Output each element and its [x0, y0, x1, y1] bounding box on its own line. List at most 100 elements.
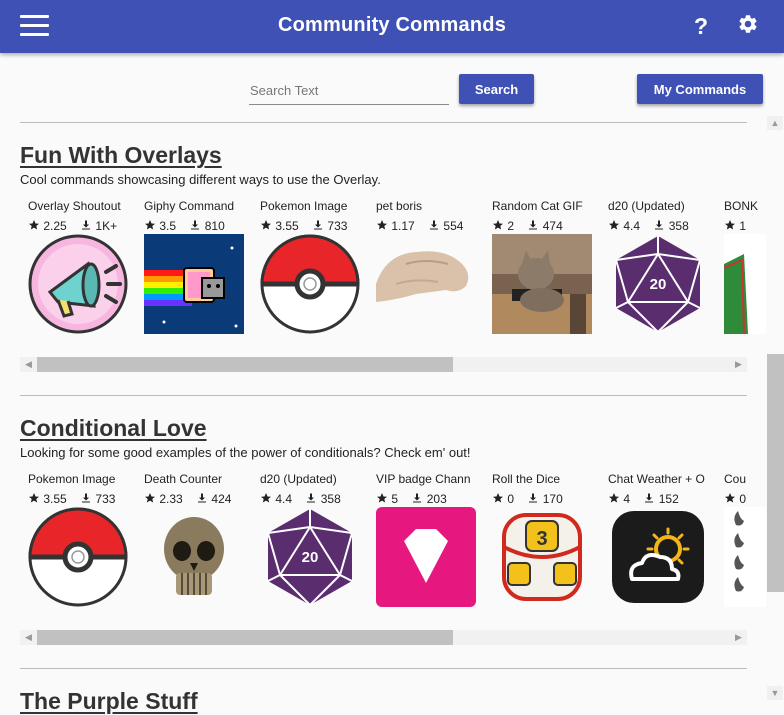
- card-downloads: 152: [658, 492, 679, 506]
- gear-icon[interactable]: [737, 13, 759, 35]
- card-rating: 4: [623, 492, 631, 506]
- app-bar: Community Commands ?: [0, 0, 784, 53]
- card-rating: 2.25: [43, 219, 67, 233]
- card-title: Overlay Shoutout: [28, 199, 121, 213]
- command-card[interactable]: Giphy Command 3.5 810: [136, 199, 246, 341]
- help-icon[interactable]: ?: [694, 13, 708, 40]
- card-rating: 0: [739, 492, 747, 506]
- my-commands-button[interactable]: My Commands: [637, 74, 763, 104]
- card-downloads: 358: [320, 492, 341, 506]
- search-input[interactable]: [249, 78, 451, 102]
- star-icon: [261, 220, 271, 230]
- weather-icon: [612, 511, 704, 603]
- card-title: BONK: [724, 199, 759, 213]
- card-downloads: 424: [211, 492, 232, 506]
- section-description: Cool commands showcasing different ways …: [20, 172, 381, 187]
- card-rating: 0: [507, 492, 515, 506]
- svg-text:20: 20: [650, 276, 667, 293]
- card-downloads: 733: [327, 219, 348, 233]
- scroll-right-icon[interactable]: ▶: [730, 630, 747, 645]
- scroll-left-icon[interactable]: ◀: [20, 630, 37, 645]
- command-card[interactable]: BONK 1: [716, 199, 766, 341]
- download-icon: [529, 220, 538, 230]
- download-icon: [82, 220, 91, 230]
- card-downloads: 474: [542, 219, 563, 233]
- card-title: Giphy Command: [144, 199, 235, 213]
- star-icon: [261, 493, 271, 503]
- d20-icon: 20: [615, 236, 701, 333]
- card-downloads: 733: [95, 492, 116, 506]
- command-card[interactable]: VIP badge Chann 5 203: [368, 472, 478, 614]
- card-rating: 3.55: [43, 492, 67, 506]
- card-title: Pokemon Image: [28, 472, 116, 486]
- star-icon: [377, 220, 387, 230]
- cat-photo-image: [492, 234, 592, 334]
- card-rating: 4.4: [623, 219, 641, 233]
- vertical-scrollbar[interactable]: ▲ ▼: [766, 116, 784, 706]
- card-downloads: 170: [542, 492, 563, 506]
- scrollbar-thumb[interactable]: [767, 354, 784, 592]
- card-downloads: 810: [204, 219, 225, 233]
- star-icon: [493, 220, 503, 230]
- star-icon: [725, 220, 735, 230]
- card-title: pet boris: [376, 199, 423, 213]
- card-rating: 5: [391, 492, 399, 506]
- nyan-cat-image: [144, 234, 244, 334]
- download-icon: [314, 220, 323, 230]
- command-card[interactable]: d20 (Updated) 4.4 358 20: [252, 472, 362, 614]
- card-rating: 1.17: [391, 219, 415, 233]
- command-card[interactable]: Cou 0: [716, 472, 766, 614]
- command-card[interactable]: pet boris 1.17 554: [368, 199, 478, 341]
- horizontal-scrollbar[interactable]: ◀ ▶: [20, 357, 747, 372]
- section-title: Fun With Overlays: [20, 142, 222, 168]
- scrollbar-thumb[interactable]: [37, 630, 453, 645]
- star-icon: [377, 493, 387, 503]
- horizontal-scrollbar[interactable]: ◀ ▶: [20, 630, 747, 645]
- download-icon: [430, 220, 439, 230]
- command-card[interactable]: Pokemon Image 3.55 733: [20, 472, 130, 614]
- card-rating: 3.55: [275, 219, 299, 233]
- section-description: Looking for some good examples of the po…: [20, 445, 471, 460]
- skull-image: [164, 517, 224, 595]
- card-title: d20 (Updated): [260, 472, 337, 486]
- section-title: Conditional Love: [20, 415, 207, 441]
- download-icon: [645, 493, 654, 503]
- download-icon: [529, 493, 538, 503]
- command-card[interactable]: Roll the Dice 0 170 3: [484, 472, 594, 614]
- download-icon: [191, 220, 200, 230]
- scroll-down-icon[interactable]: ▼: [767, 686, 783, 700]
- flames-list-image: [724, 507, 766, 607]
- svg-text:20: 20: [302, 549, 319, 566]
- star-icon: [725, 493, 735, 503]
- command-card[interactable]: Chat Weather + O 4 152: [600, 472, 710, 614]
- star-icon: [145, 220, 155, 230]
- command-card[interactable]: Pokemon Image 3.55 733: [252, 199, 362, 341]
- card-row: Pokemon Image 3.55 733 Death Counter 2.3…: [20, 472, 766, 614]
- download-icon: [82, 493, 91, 503]
- star-icon: [29, 493, 39, 503]
- card-downloads: 554: [443, 219, 464, 233]
- d20-icon: 20: [267, 509, 353, 606]
- diamond-icon: [376, 507, 476, 607]
- bonk-image: [724, 234, 766, 334]
- command-card[interactable]: Overlay Shoutout 2.25 1K+: [20, 199, 130, 341]
- scrollbar-thumb[interactable]: [37, 357, 453, 372]
- divider: [20, 668, 747, 669]
- search-button[interactable]: Search: [459, 74, 534, 104]
- scroll-left-icon[interactable]: ◀: [20, 357, 37, 372]
- scroll-up-icon[interactable]: ▲: [767, 116, 783, 130]
- card-row: Overlay Shoutout 2.25 1K+ Giphy Command: [20, 199, 766, 341]
- card-downloads: 358: [668, 219, 689, 233]
- card-rating: 2: [507, 219, 515, 233]
- card-title: Cou: [724, 472, 747, 486]
- command-card[interactable]: Death Counter 2.33 424: [136, 472, 246, 614]
- pokeball-icon: [260, 234, 360, 334]
- command-card[interactable]: Random Cat GIF 2 474: [484, 199, 594, 341]
- card-title: Death Counter: [144, 472, 223, 486]
- scroll-right-icon[interactable]: ▶: [730, 357, 747, 372]
- divider: [20, 122, 747, 123]
- download-icon: [413, 493, 422, 503]
- command-card[interactable]: d20 (Updated) 4.4 358 20: [600, 199, 710, 341]
- card-downloads: 203: [426, 492, 447, 506]
- card-title: VIP badge Chann: [376, 472, 471, 486]
